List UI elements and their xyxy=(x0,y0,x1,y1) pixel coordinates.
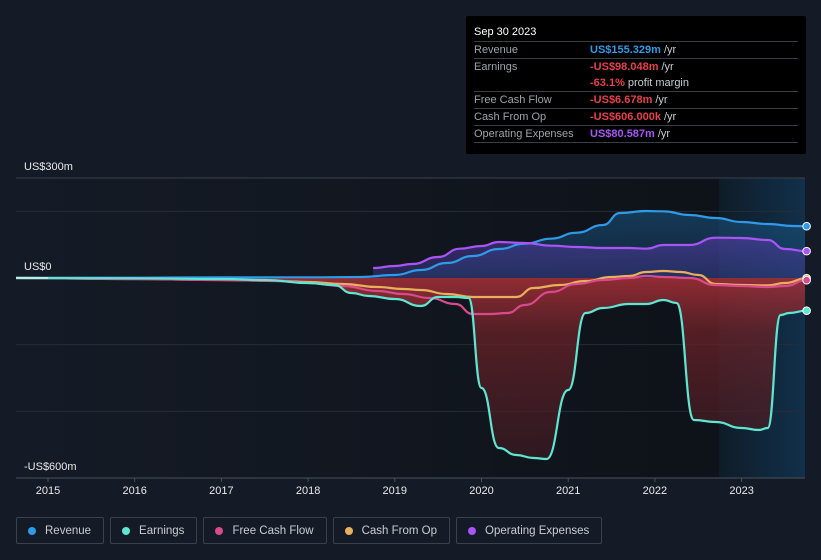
legend-item-free-cash-flow[interactable]: Free Cash Flow xyxy=(203,517,327,544)
tooltip-row-label: Revenue xyxy=(474,44,519,56)
legend-label: Cash From Op xyxy=(361,524,438,537)
legend-dot-icon xyxy=(344,526,353,535)
tooltip-row-value: -US$6.678m xyxy=(590,94,653,106)
tooltip-row-label: Free Cash Flow xyxy=(474,94,552,106)
legend-dot-icon xyxy=(122,526,131,535)
x-tick-label: 2020 xyxy=(469,485,494,497)
tooltip-row: Revenue US$155.329m/yr xyxy=(474,41,798,58)
tooltip-row: Earnings -US$98.048m/yr xyxy=(474,58,798,75)
x-tick-label: 2022 xyxy=(642,485,668,497)
tooltip-row-label: Cash From Op xyxy=(474,111,547,123)
x-tick-label: 2015 xyxy=(35,485,61,497)
tooltip-row: -63.1% profit margin xyxy=(474,75,798,91)
tooltip-row-value: US$155.329m xyxy=(590,44,661,56)
tooltip-row-value: -US$98.048m xyxy=(590,61,659,73)
x-tick-label: 2016 xyxy=(122,485,147,497)
tooltip-row-unit: profit margin xyxy=(627,77,689,89)
y-tick-label: US$300m xyxy=(24,161,73,173)
legend-item-operating-expenses[interactable]: Operating Expenses xyxy=(456,517,603,544)
x-tick-label: 2017 xyxy=(209,485,234,497)
x-axis xyxy=(16,477,805,482)
tooltip-row: Cash From Op -US$606.000k/yr xyxy=(474,108,798,125)
endpoint-marker-revenue xyxy=(802,221,811,231)
legend: Revenue Earnings Free Cash Flow Cash From O… xyxy=(16,517,603,544)
tooltip-row: Free Cash Flow -US$6.678m/yr xyxy=(474,91,798,108)
endpoint-marker-earnings xyxy=(802,306,811,315)
tooltip-row-value: -63.1% xyxy=(590,77,625,89)
tooltip-row-label: Operating Expenses xyxy=(474,128,574,140)
legend-item-revenue[interactable]: Revenue xyxy=(16,517,105,544)
x-tick-label: 2018 xyxy=(295,485,321,497)
legend-dot-icon xyxy=(468,526,477,535)
tooltip-row-unit: /yr xyxy=(663,44,677,56)
tooltip-row-unit: /yr xyxy=(655,94,668,106)
legend-dot-icon xyxy=(215,526,224,535)
y-tick-label: US$0 xyxy=(24,261,52,273)
y-tick-label: -US$600m xyxy=(24,461,77,473)
tooltip-row: Operating Expenses US$80.587m/yr xyxy=(474,125,798,143)
x-tick-label: 2021 xyxy=(555,485,581,497)
tooltip-row-label xyxy=(474,75,590,91)
legend-label: Revenue xyxy=(45,524,92,537)
endpoint-marker-free-cash-flow xyxy=(802,275,811,285)
tooltip-row-value: US$80.587m xyxy=(590,128,655,140)
tooltip-panel: Sep 30 2023 Revenue US$155.329m/yr Earning… xyxy=(466,16,806,154)
x-tick-label: 2023 xyxy=(729,485,754,497)
x-tick-label: 2019 xyxy=(382,485,408,497)
tooltip-row-value: -US$606.000k xyxy=(590,111,661,123)
tooltip-row-unit: /yr xyxy=(663,111,677,123)
legend-label: Operating Expenses xyxy=(485,524,590,537)
tooltip-row-unit: /yr xyxy=(657,128,671,140)
tooltip-row-label: Earnings xyxy=(474,61,518,73)
endpoint-marker-operating-expenses xyxy=(802,246,811,256)
legend-item-earnings[interactable]: Earnings xyxy=(110,517,198,544)
tooltip-date: Sep 30 2023 xyxy=(474,26,537,38)
legend-label: Free Cash Flow xyxy=(232,524,314,537)
legend-dot-icon xyxy=(28,526,36,535)
legend-label: Earnings xyxy=(139,524,185,537)
legend-item-cash-from-op[interactable]: Cash From Op xyxy=(332,517,451,544)
tooltip-row-unit: /yr xyxy=(661,61,674,73)
